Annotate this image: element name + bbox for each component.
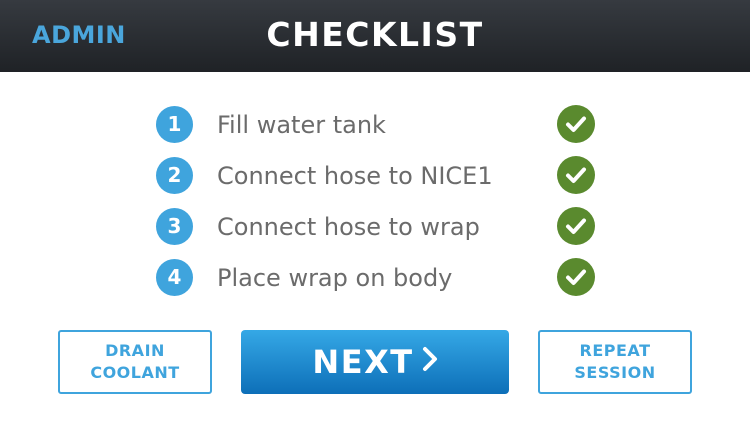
repeat-session-label-line2: SESSION	[574, 363, 656, 382]
page-title: CHECKLIST	[266, 15, 484, 54]
drain-coolant-label-line1: DRAIN	[105, 341, 165, 360]
checklist-item-4: 4 Place wrap on body	[156, 258, 596, 298]
check-icon	[557, 258, 595, 296]
checklist-item-label: Connect hose to wrap	[217, 213, 480, 241]
drain-coolant-button[interactable]: DRAIN COOLANT	[58, 330, 212, 394]
checklist-item-label: Place wrap on body	[217, 264, 453, 292]
check-icon	[557, 105, 595, 143]
step-number-badge: 2	[156, 157, 193, 194]
checklist-item-1: 1 Fill water tank	[156, 105, 596, 145]
next-button[interactable]: NEXT	[241, 330, 509, 394]
checklist-item-2: 2 Connect hose to NICE1	[156, 156, 596, 196]
checklist-item-label: Connect hose to NICE1	[217, 162, 493, 190]
checklist-item-3: 3 Connect hose to wrap	[156, 207, 596, 247]
step-number-badge: 3	[156, 208, 193, 245]
repeat-session-label-line1: REPEAT	[579, 341, 651, 360]
check-icon	[557, 207, 595, 245]
check-icon	[557, 156, 595, 194]
chevron-right-icon	[422, 345, 438, 380]
repeat-session-button[interactable]: REPEAT SESSION	[538, 330, 692, 394]
checklist-item-label: Fill water tank	[217, 111, 386, 139]
next-button-label: NEXT	[312, 343, 414, 381]
step-number-badge: 4	[156, 259, 193, 296]
header-bar: ADMIN CHECKLIST	[0, 0, 750, 72]
drain-coolant-label-line2: COOLANT	[90, 363, 180, 382]
step-number-badge: 1	[156, 106, 193, 143]
